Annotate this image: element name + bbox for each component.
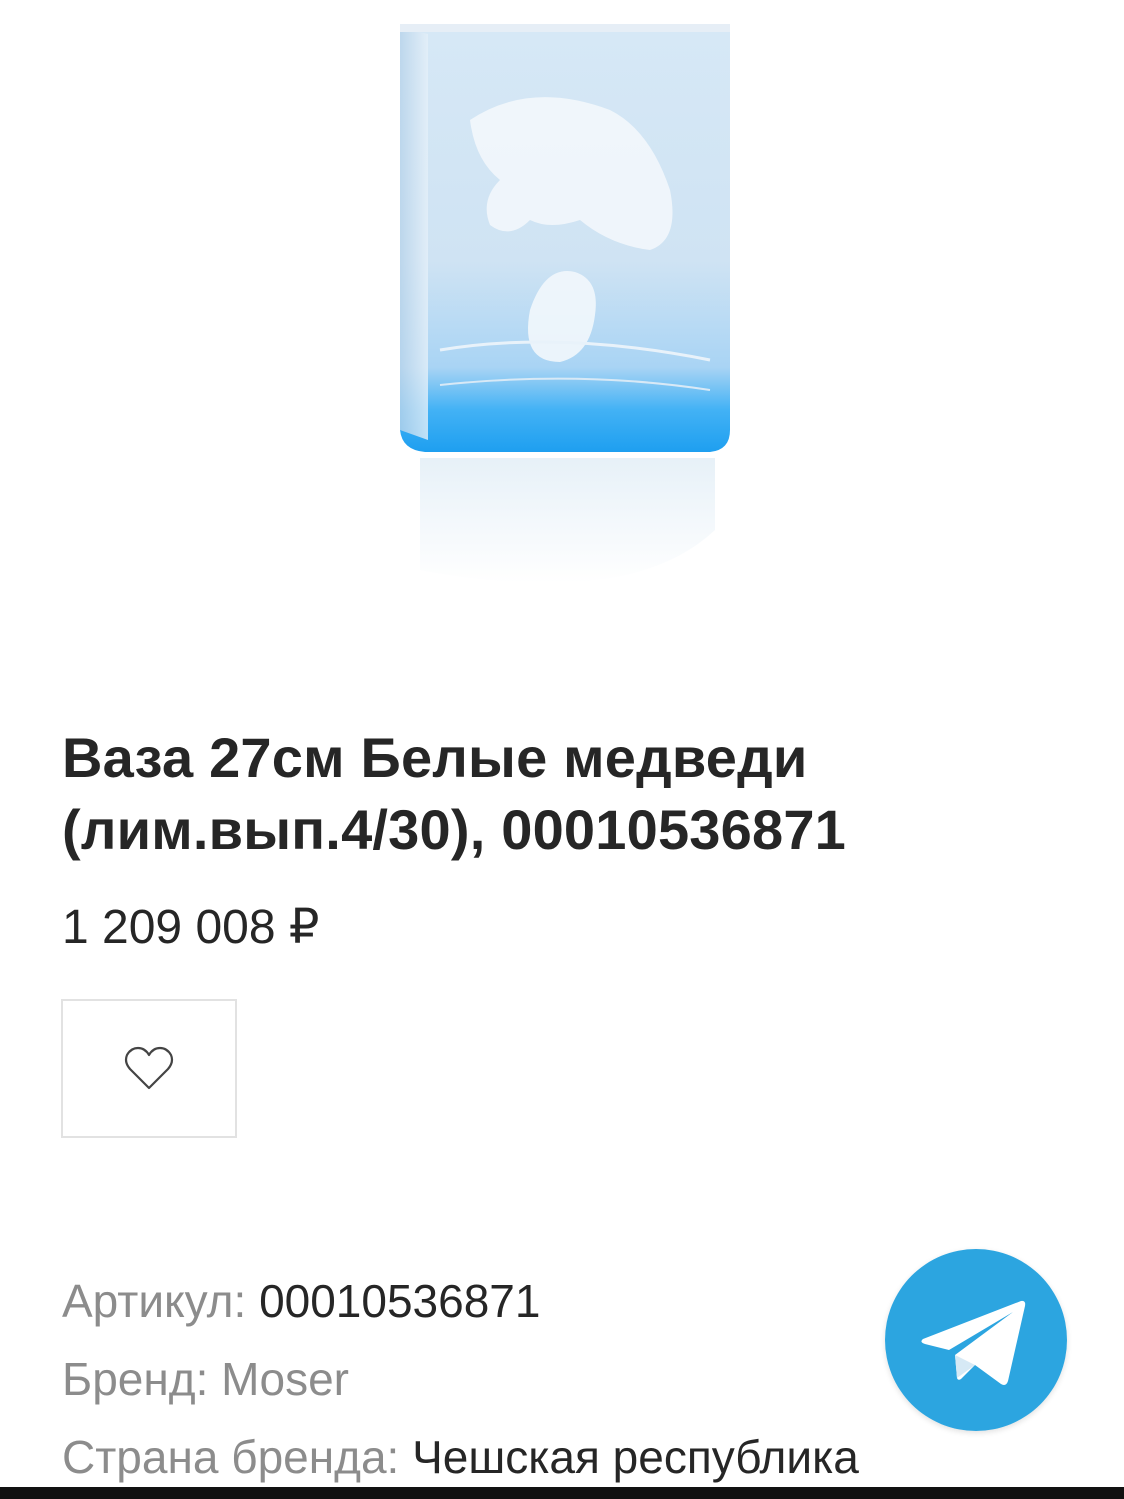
- product-image[interactable]: [380, 10, 750, 610]
- product-price: 1 209 008 ₽: [62, 901, 320, 954]
- product-title: Ваза 27см Белые медведи (лим.вып.4/30), …: [62, 722, 1082, 866]
- spec-value: 00010536871: [259, 1275, 541, 1327]
- product-title-line1: Ваза 27см Белые медведи: [62, 726, 808, 789]
- telegram-icon: [885, 1249, 1067, 1431]
- product-title-line2: (лим.вып.4/30), 00010536871: [62, 798, 847, 861]
- add-to-favorites-button[interactable]: [61, 999, 237, 1138]
- spec-label: Артикул:: [62, 1275, 247, 1327]
- spec-label: Бренд:: [62, 1353, 209, 1405]
- heart-icon: [124, 1046, 174, 1089]
- telegram-button[interactable]: [885, 1249, 1067, 1431]
- spec-value: Moser: [221, 1353, 349, 1405]
- spec-label: Страна бренда:: [62, 1431, 400, 1483]
- spec-value: Чешская республика: [412, 1431, 859, 1483]
- bottom-edge: [0, 1487, 1124, 1499]
